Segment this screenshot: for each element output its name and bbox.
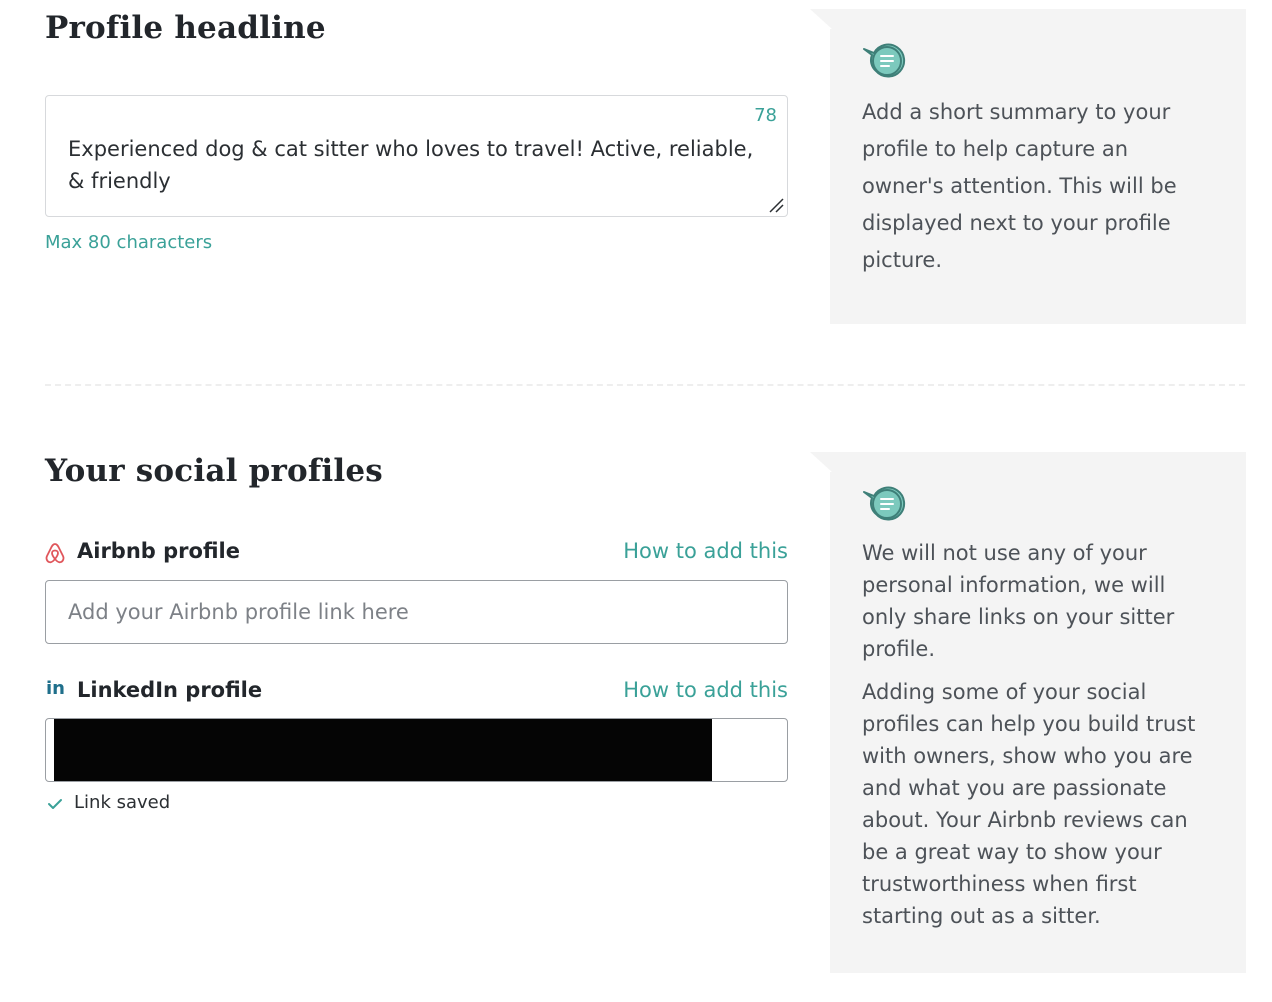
panel-notch (810, 9, 832, 29)
linkedin-how-to-link[interactable]: How to add this (623, 678, 788, 702)
social-info-text-2: Adding some of your social profiles can … (862, 680, 1196, 928)
character-counter: 78 (754, 105, 777, 126)
redacted-link (54, 719, 712, 781)
social-info-panel: We will not use any of your personal inf… (830, 452, 1246, 973)
social-profiles-title: Your social profiles (45, 453, 383, 489)
link-saved-status: Link saved (74, 792, 171, 813)
airbnb-icon (45, 543, 65, 564)
profile-headline-title: Profile headline (45, 10, 326, 46)
speech-bubble-icon (863, 43, 906, 78)
headline-textarea[interactable]: 78 Experienced dog & cat sitter who love… (45, 95, 788, 217)
resize-handle-icon[interactable] (768, 197, 784, 213)
speech-bubble-icon (863, 486, 906, 521)
linkedin-label: LinkedIn profile (77, 678, 263, 702)
headline-info-text: Add a short summary to your profile to h… (862, 100, 1177, 272)
panel-notch (810, 452, 832, 472)
linkedin-icon: in (46, 678, 65, 699)
linkedin-profile-input[interactable] (45, 718, 788, 782)
airbnb-label: Airbnb profile (77, 539, 240, 563)
headline-max-hint: Max 80 characters (45, 232, 213, 253)
airbnb-profile-input[interactable] (45, 580, 788, 644)
headline-info-panel: Add a short summary to your profile to h… (830, 9, 1246, 324)
check-icon (48, 799, 62, 809)
airbnb-how-to-link[interactable]: How to add this (623, 539, 788, 563)
section-divider (45, 384, 1245, 386)
social-info-text-1: We will not use any of your personal inf… (862, 541, 1175, 661)
headline-text: Experienced dog & cat sitter who loves t… (68, 137, 754, 193)
